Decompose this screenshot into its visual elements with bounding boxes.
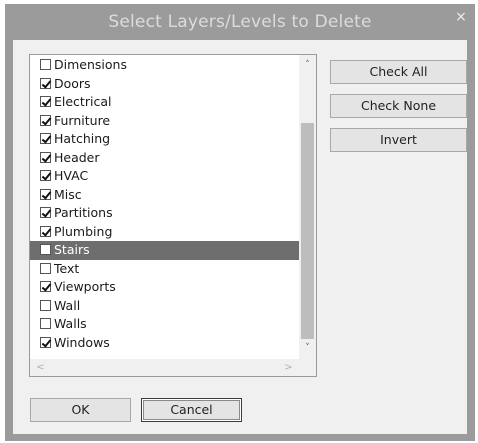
vertical-scroll-thumb[interactable] [301,123,314,339]
dialog-title: Select Layers/Levels to Delete [108,12,372,32]
layer-checkbox[interactable] [40,188,51,200]
list-item[interactable]: Partitions [30,204,300,223]
layer-checkbox[interactable] [40,299,51,311]
list-item[interactable]: Doors [30,75,300,94]
list-item[interactable]: Text [30,260,300,279]
list-item[interactable]: Furniture [30,112,300,131]
layer-label: Doors [54,75,91,91]
cancel-button[interactable]: Cancel [141,398,242,422]
layer-label: Partitions [54,205,113,220]
list-item[interactable]: Dimensions [30,56,300,75]
check-all-button[interactable]: Check All [330,60,467,84]
list-item[interactable]: Stairs [30,241,300,260]
layer-checkbox[interactable] [40,225,51,237]
layer-label: Misc [54,186,82,202]
scroll-right-icon[interactable]: > [280,359,297,376]
layer-checkbox[interactable] [40,114,51,126]
layer-label: Furniture [54,112,111,128]
layer-label: HVAC [54,168,89,183]
scroll-up-icon[interactable]: ˄ [299,57,316,74]
vertical-scrollbar[interactable]: ˄ ˅ [299,55,316,359]
layers-listbox[interactable]: Dimensions Doors Electrical Furniture Hatchi… [29,54,317,377]
layer-checkbox[interactable] [40,207,51,218]
layer-checkbox[interactable] [40,96,51,107]
list-item[interactable]: Walls [30,315,300,334]
check-none-button[interactable]: Check None [330,94,467,118]
horizontal-scrollbar[interactable]: < > [30,359,316,376]
layer-label: Plumbing [54,223,113,239]
layer-checkbox[interactable] [40,133,51,144]
list-item[interactable]: Wall [30,297,300,316]
list-item[interactable]: HVAC [30,167,300,186]
layer-label: Hatching [54,131,111,146]
close-icon[interactable]: × [453,9,469,25]
layer-label: Wall [54,297,81,313]
list-item[interactable]: Viewports [30,278,300,297]
layers-list: Dimensions Doors Electrical Furniture Hatchi… [30,56,300,352]
invert-button[interactable]: Invert [330,128,467,152]
scroll-down-icon[interactable]: ˅ [299,340,316,357]
layer-checkbox[interactable] [40,244,51,255]
ok-button[interactable]: OK [30,398,131,422]
dialog-body: Dimensions Doors Electrical Furniture Hatchi… [13,40,467,434]
layer-checkbox[interactable] [40,281,51,292]
list-item[interactable]: Plumbing [30,223,300,242]
title-bar[interactable]: Select Layers/Levels to Delete × [5,4,475,40]
layer-label: Text [54,260,80,276]
layer-checkbox[interactable] [40,170,51,181]
layer-label: Header [54,149,100,165]
layer-label: Stairs [54,242,90,257]
layer-label: Walls [54,316,87,331]
layer-checkbox[interactable] [40,151,51,163]
delete-layers-dialog: Select Layers/Levels to Delete × Dimensi… [5,4,475,441]
layer-checkbox[interactable] [40,318,51,329]
layer-checkbox[interactable] [40,59,51,70]
list-item[interactable]: Hatching [30,130,300,149]
list-item[interactable]: Windows [30,334,300,353]
layer-label: Dimensions [54,57,127,72]
list-item[interactable]: Header [30,149,300,168]
layer-checkbox[interactable] [40,77,51,89]
layer-label: Electrical [54,94,112,109]
layer-label: Windows [54,334,110,350]
list-item[interactable]: Misc [30,186,300,205]
layer-checkbox[interactable] [40,262,51,274]
scroll-left-icon[interactable]: < [32,359,49,376]
layer-checkbox[interactable] [40,336,51,348]
list-item[interactable]: Electrical [30,93,300,112]
layer-label: Viewports [54,279,116,294]
